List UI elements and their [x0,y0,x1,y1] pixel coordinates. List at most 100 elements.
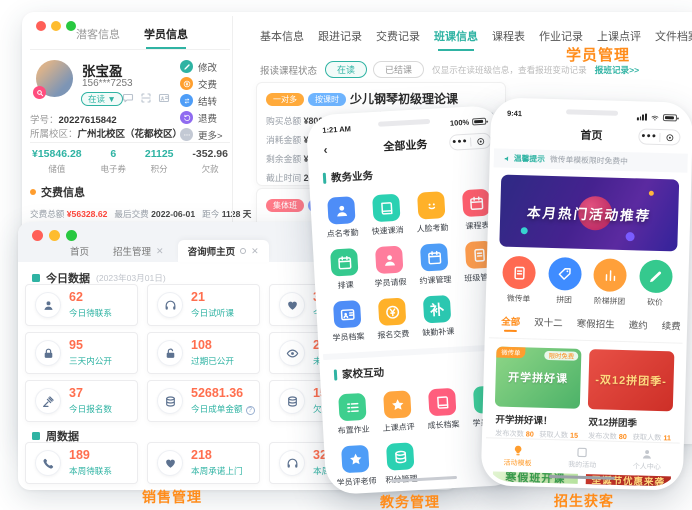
window-tab-首页[interactable]: 首页 [60,240,99,262]
window-tab-咨询师主页[interactable]: 咨询师主页 ✕ [177,240,269,262]
app-学员请假[interactable]: 学员请假 [366,245,413,289]
stat-value: 21 [191,290,205,304]
notice-bar[interactable]: 温馨提示 微传单模板限时免费中 [493,148,688,173]
stat-card-今日报名数[interactable]: 37 今日报名数 [25,380,138,422]
detail-tab-文件档案[interactable]: 文件档案 [655,28,692,51]
chat-icon[interactable] [122,92,134,104]
campaign-tab-双十二[interactable]: 双十二 [534,315,563,334]
profile-tab-潜客信息[interactable]: 潜客信息 [76,26,120,49]
scan-icon[interactable] [140,92,152,104]
app-成长档案[interactable]: 成长档案 [419,387,466,431]
stat-card-今日待联系[interactable]: 62 今日待联系 [25,284,138,326]
wallet-stat: ¥15846.28 储值 [32,148,82,175]
tab-close-icon[interactable]: ✕ [156,246,164,257]
person-icon [641,447,654,460]
campaign-title: 开学拼好课！ [495,414,553,428]
tabbar-个人中心[interactable]: 个人中心 [633,447,662,472]
more-icon[interactable]: ●●● [450,135,470,150]
promo-banner[interactable]: 本月热门活动推荐 [499,174,680,252]
window-tab-招生管理[interactable]: 招生管理 ✕ [103,240,174,262]
today-date: (2023年03月01日) [96,273,166,283]
window-close-dot[interactable] [32,230,43,241]
back-icon[interactable]: ‹ [323,143,328,157]
quick-label: 砍价 [647,297,663,308]
stat-card-今日试听课[interactable]: 21 今日试听课 [147,284,260,326]
more-icon[interactable]: ●●● [639,129,659,144]
course-title: 少儿钢琴初级理论课 [350,92,459,106]
app-报名交费[interactable]: 报名交费 [369,297,416,341]
quick-阶梯拼团[interactable]: 阶梯拼团 [593,258,628,307]
exit-icon[interactable] [470,136,490,146]
detail-tab-交费记录[interactable]: 交费记录 [376,28,420,51]
app-约课管理[interactable]: 约课管理 [411,243,458,287]
action-交费[interactable]: 交费 [180,75,232,92]
tabbar-label: 活动模板 [503,459,532,468]
campaign-tab-邀约[interactable]: 邀约 [628,317,648,336]
tabbar-我的活动[interactable]: 我的活动 [568,445,597,470]
action-修改[interactable]: 修改 [180,58,232,75]
magnifier-badge-icon[interactable] [33,86,46,99]
stat-label: 过期已公开 [191,356,234,366]
battery-icon [471,117,487,126]
app-布置作业[interactable]: 布置作业 [329,392,376,436]
campaign-title: 双12拼团季 [588,417,638,430]
id-icon[interactable] [158,92,170,104]
miniprogram-capsule[interactable]: ●●● [638,128,681,146]
action-退费[interactable]: 退费 [180,109,232,126]
exit-icon[interactable] [660,132,680,142]
stat-card-今日成单金额[interactable]: 52681.36 今日成单金额? [147,380,260,422]
stat-label: 今日成单金额? [191,403,255,415]
calendar-icon [461,188,491,218]
detail-tab-基本信息[interactable]: 基本信息 [260,28,304,51]
detail-tab-跟进记录[interactable]: 跟进记录 [318,28,362,51]
status-badge[interactable]: 在读 ▼ [81,92,123,106]
campaign-tab-续费[interactable]: 续费 [661,318,681,337]
star-icon [341,444,370,474]
stat-card-本周承诺上门[interactable]: 218 本周承诺上门 [147,442,260,484]
filter-note: 仅显示在读班级信息，查看报班变动记录 [432,64,587,75]
detail-tab-课程表[interactable]: 课程表 [492,28,525,51]
quick-微传单[interactable]: 微传单 [502,255,537,305]
doc-icon [502,255,537,290]
stat-card-过期已公开[interactable]: 108 过期已公开 [147,332,260,374]
wifi-icon [651,115,659,120]
page-title: 全部业务 [383,139,428,154]
label-edu-management: 教务管理 [380,494,440,510]
app-快速课消[interactable]: 快速课消 [363,193,410,237]
miniprogram-capsule[interactable]: ●●● [448,132,492,151]
campaign-card-双12拼团季[interactable]: -双12拼团季- 双12拼团季 发布次数 80 获取人数 11 [587,349,675,443]
app-排课[interactable]: 排课 [321,248,368,292]
app-上课点评[interactable]: 上课点评 [374,390,421,434]
app-label: 报名交费 [377,329,410,341]
profile-tab-学员信息[interactable]: 学员信息 [144,26,188,49]
course-badge: 按课时 [308,93,346,106]
info-icon[interactable]: ? [245,406,255,415]
app-学员档案[interactable]: 学员档案 [324,300,371,344]
tabbar-活动模板[interactable]: 活动模板 [503,443,532,468]
stat-card-三天内公开[interactable]: 95 三天内公开 [25,332,138,374]
divider [30,142,230,143]
campaign-tab-全部[interactable]: 全部 [501,314,521,333]
campaign-tab-寒假招生[interactable]: 寒假招生 [576,316,615,335]
filter-pill-已结课[interactable]: 已结课 [373,61,425,78]
quick-拼团[interactable]: 拼团 [547,256,582,306]
app-缺勤补课[interactable]: 补缺勤补课 [414,294,461,338]
quick-砍价[interactable]: 砍价 [638,259,673,308]
detail-tab-班课信息[interactable]: 班课信息 [434,28,478,51]
notice-text: 微传单模板限时免费中 [549,154,628,167]
action-结转[interactable]: 结转 [180,92,232,109]
enroll-records-link[interactable]: 报班记录>> [595,64,639,76]
stat-card-本周待联系[interactable]: 189 本周待联系 [25,442,138,484]
window-minimize-dot[interactable] [49,230,60,241]
bottom-tab-bar: 活动模板 我的活动 个人中心 [485,437,680,477]
app-人脸考勤[interactable]: 人脸考勤 [408,191,455,235]
avatar [33,60,73,99]
campaign-card-开学拼好课！[interactable]: 微传单 限时免费 开学拼好课 开学拼好课！ 发布次数 80 获取人数 15 [494,346,582,440]
tab-close-icon[interactable]: ✕ [251,246,259,257]
app-label: 课程表 [465,220,490,232]
stat-value: 62 [69,290,83,304]
app-点名考勤[interactable]: 点名考勤 [318,196,365,240]
app-学员评老师[interactable]: 学员评老师 [332,444,379,488]
filter-pill-在读[interactable]: 在读 [325,61,368,78]
action-更多>[interactable]: 更多> [180,126,232,143]
